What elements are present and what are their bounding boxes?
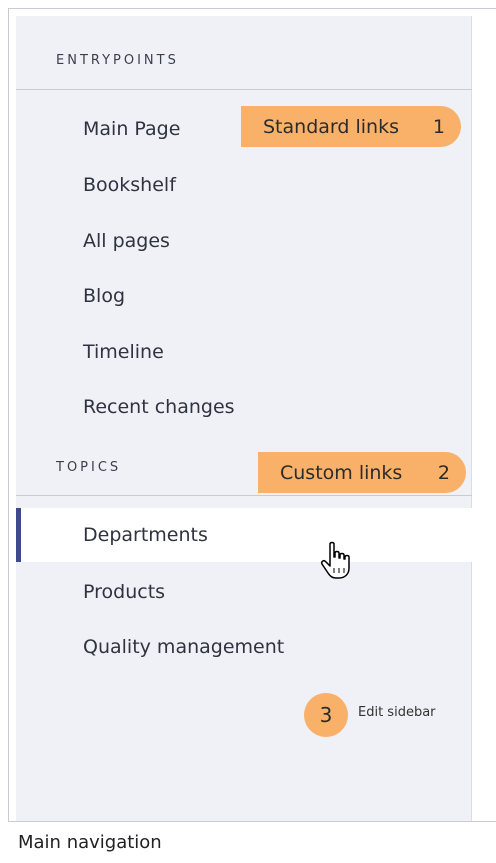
hand-pointer-icon xyxy=(321,541,350,579)
nav-quality-management[interactable]: Quality management xyxy=(16,624,472,670)
edit-sidebar-link[interactable]: Edit sidebar xyxy=(358,705,436,720)
nav-departments-label: Departments xyxy=(83,524,208,546)
figure-caption: Main navigation xyxy=(18,832,162,853)
nav-recent-changes[interactable]: Recent changes xyxy=(16,384,472,430)
topics-divider xyxy=(16,495,472,496)
entrypoints-heading: ENTRYPOINTS xyxy=(56,53,179,68)
standard-links-callout: Standard links 1 xyxy=(241,106,461,147)
edit-sidebar-badge: 3 xyxy=(304,693,348,737)
topics-heading: TOPICS xyxy=(56,460,122,475)
entrypoints-divider xyxy=(16,89,472,90)
standard-links-label: Standard links xyxy=(263,115,399,138)
nav-bookshelf[interactable]: Bookshelf xyxy=(16,162,472,208)
custom-links-callout: Custom links 2 xyxy=(258,452,466,493)
standard-links-number: 1 xyxy=(432,115,445,138)
active-indicator xyxy=(16,508,21,562)
custom-links-label: Custom links xyxy=(280,461,403,484)
nav-departments[interactable]: Departments xyxy=(16,508,472,562)
nav-blog[interactable]: Blog xyxy=(16,273,472,319)
nav-timeline[interactable]: Timeline xyxy=(16,329,472,375)
custom-links-number: 2 xyxy=(437,461,450,484)
nav-products[interactable]: Products xyxy=(16,569,472,615)
nav-all-pages[interactable]: All pages xyxy=(16,218,472,264)
